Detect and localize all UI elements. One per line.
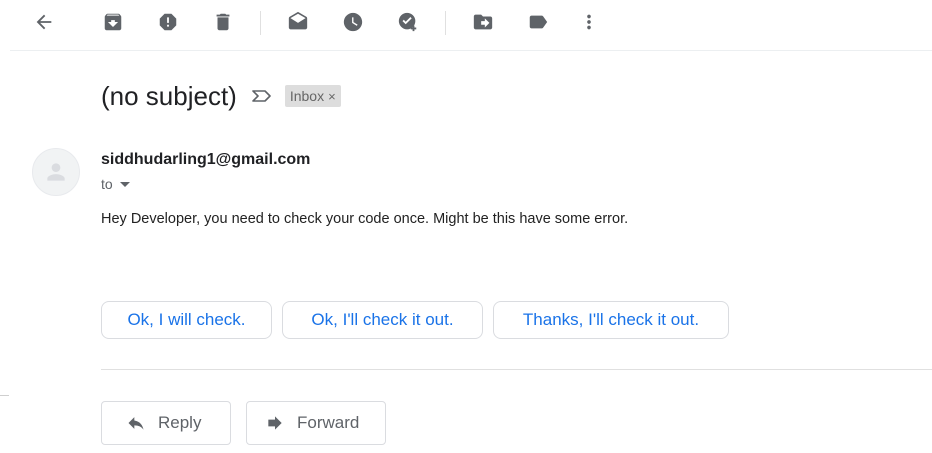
person-icon	[47, 163, 65, 181]
smart-reply-button[interactable]: Ok, I'll check it out.	[282, 301, 483, 339]
add-to-tasks-icon[interactable]	[390, 4, 426, 40]
report-spam-icon[interactable]	[150, 4, 186, 40]
smart-reply-button[interactable]: Ok, I will check.	[101, 301, 272, 339]
archive-icon[interactable]	[95, 4, 131, 40]
email-body: Hey Developer, you need to check your co…	[101, 211, 629, 227]
back-arrow-icon[interactable]	[26, 4, 62, 40]
label-chip-inbox: Inbox ×	[284, 85, 341, 107]
toolbar	[0, 0, 932, 50]
smart-reply-button[interactable]: Thanks, I'll check it out.	[493, 301, 729, 339]
label-chip-text: Inbox	[289, 88, 325, 104]
toolbar-divider-line	[10, 50, 932, 51]
importance-marker-icon[interactable]	[251, 89, 273, 103]
reply-button[interactable]: Reply	[101, 401, 231, 445]
delete-icon[interactable]	[205, 4, 241, 40]
snooze-icon[interactable]	[335, 4, 371, 40]
email-subject: (no subject)	[101, 80, 237, 111]
reply-label: Reply	[158, 413, 202, 432]
forward-label: Forward	[297, 413, 360, 432]
forward-icon	[268, 416, 282, 430]
section-divider	[101, 369, 932, 370]
recipient-details-toggle[interactable]: to	[101, 176, 130, 192]
forward-button[interactable]: Forward	[246, 401, 386, 445]
reply-icon	[128, 417, 144, 430]
remove-label-icon[interactable]: ×	[328, 89, 336, 104]
more-vert-icon[interactable]	[571, 4, 607, 40]
label-icon[interactable]	[520, 4, 556, 40]
toolbar-divider	[445, 11, 446, 35]
to-label: to	[101, 176, 113, 192]
caret-down-icon[interactable]	[119, 181, 130, 187]
mark-unread-icon[interactable]	[280, 4, 316, 40]
avatar	[32, 148, 80, 196]
toolbar-divider	[260, 11, 261, 35]
edge-divider	[0, 395, 9, 396]
move-to-icon[interactable]	[465, 4, 501, 40]
subject-row: (no subject) Inbox ×	[101, 78, 341, 114]
sender-email[interactable]: siddhudarling1@gmail.com	[101, 151, 310, 169]
